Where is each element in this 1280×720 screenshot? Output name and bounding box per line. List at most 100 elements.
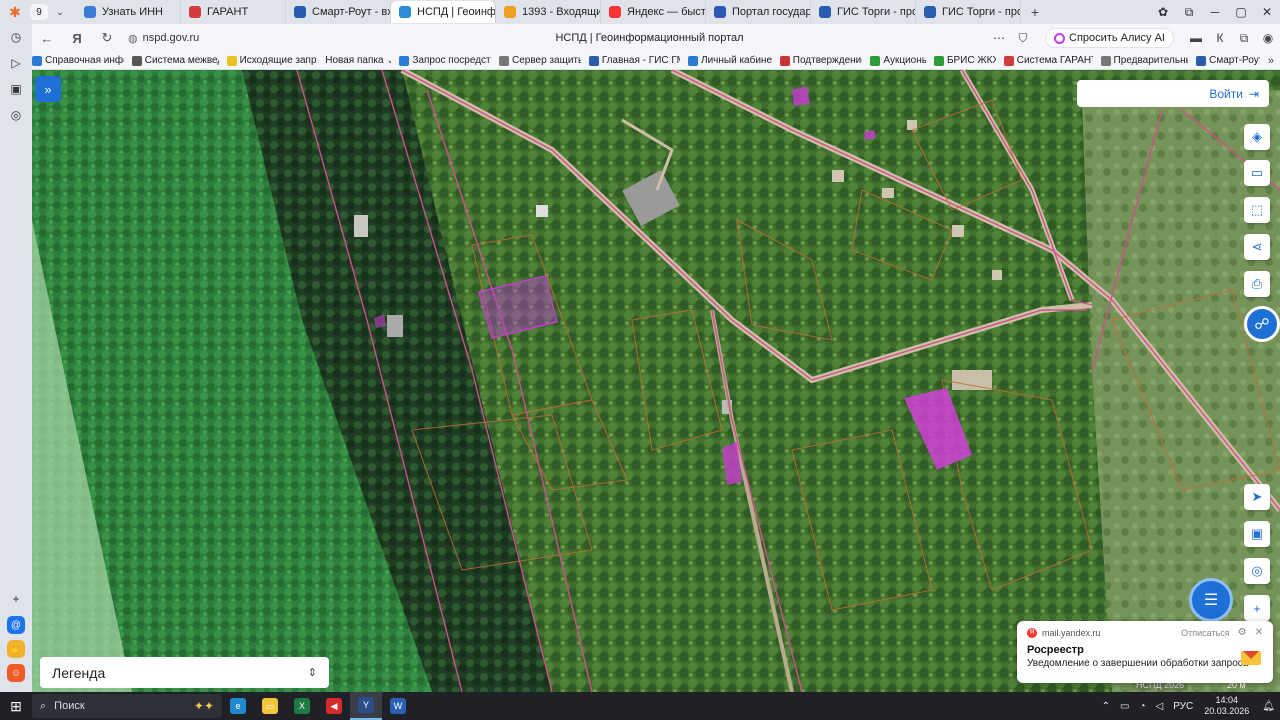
tab-label: Узнать ИНН xyxy=(102,6,163,18)
more-options-icon[interactable]: ⋯ xyxy=(987,31,1011,45)
extension-k-icon[interactable]: К xyxy=(1208,31,1232,45)
bookmark-item[interactable]: Система ГАРАНТ xyxy=(1003,55,1093,66)
taskbar-yandex[interactable]: Y xyxy=(350,692,382,720)
mail-app-icon[interactable]: @ xyxy=(7,616,25,634)
tab-3[interactable]: НСПД | Геоинфор✕ xyxy=(391,1,496,23)
bookmark-item[interactable]: Новая папка ⌄ xyxy=(325,55,391,66)
bookmarks-panel-icon[interactable]: ⧉ xyxy=(1176,5,1202,20)
chat-support-button[interactable]: ☰ xyxy=(1189,578,1233,622)
bookmark-label: Аукционы xyxy=(883,55,926,66)
bookmark-item[interactable]: БРИС ЖКХ xyxy=(933,55,996,66)
reload-icon[interactable]: ↻ xyxy=(92,30,122,46)
taskbar-app-red[interactable]: ◀ xyxy=(318,692,350,720)
browser-window: ✱ 9 ⌄ Узнать ИННГАРАНТСмарт-Роут - входН… xyxy=(0,0,1280,720)
geolocation-icon[interactable]: ➤ xyxy=(1244,484,1270,510)
screenshot-icon[interactable]: ◎ xyxy=(0,102,32,128)
login-button[interactable]: Войти ⇥ xyxy=(1077,80,1269,107)
accessibility-icon[interactable]: ☍ xyxy=(1244,306,1280,342)
folder-chevron-icon: ⌄ xyxy=(386,55,392,66)
yandex-home-icon[interactable]: Я xyxy=(62,31,92,46)
red-app-icon: ◀ xyxy=(326,698,342,714)
extensions-icon[interactable]: ✿ xyxy=(1150,5,1176,19)
bookmark-item[interactable]: Предварительны xyxy=(1100,55,1188,66)
counter-icon[interactable]: ▣ xyxy=(0,76,32,102)
tab-1[interactable]: ГАРАНТ xyxy=(181,1,286,23)
aerial-map[interactable] xyxy=(32,70,1280,692)
taskbar-search[interactable]: ⌕ Поиск ✦✦ xyxy=(32,694,222,718)
login-label: Войти xyxy=(1209,86,1243,101)
bookmark-item[interactable]: Смарт-Роут xyxy=(1196,55,1260,66)
maximize-button[interactable]: ▢ xyxy=(1228,5,1254,19)
print-icon[interactable]: ⎙ xyxy=(1244,271,1270,297)
bookmark-icon[interactable]: ⛉ xyxy=(1011,31,1035,46)
profile-icon[interactable]: ◉ xyxy=(1256,31,1280,45)
play-icon[interactable]: ▷ xyxy=(0,50,32,76)
tab-counter[interactable]: 9 xyxy=(30,4,48,20)
close-notification-icon[interactable]: ✕ xyxy=(1255,627,1263,638)
minimize-button[interactable]: ─ xyxy=(1202,5,1228,19)
notifications-bell-icon[interactable]: 🔔︎ xyxy=(1262,701,1275,712)
wallet-icon[interactable]: ▬ xyxy=(1184,31,1208,45)
taskbar-excel[interactable]: X xyxy=(286,692,318,720)
layers-icon[interactable]: ◈ xyxy=(1244,124,1270,150)
taskbar-word[interactable]: W xyxy=(382,692,414,720)
volume-icon[interactable]: ◁ xyxy=(1156,701,1164,712)
windows-start-icon[interactable]: ⊞ xyxy=(0,698,32,715)
bookmark-item[interactable]: Система межвед xyxy=(131,55,219,66)
tray-chevron-icon[interactable]: ⌃ xyxy=(1102,701,1110,712)
taskbar-edge[interactable]: e xyxy=(222,692,254,720)
minimap-icon[interactable]: ▣ xyxy=(1244,521,1270,547)
history-icon[interactable]: ◷ xyxy=(0,24,32,50)
keyboard-language[interactable]: РУС xyxy=(1173,701,1193,712)
tab-5[interactable]: Яндекс — быстрый xyxy=(601,1,706,23)
hand-app-icon[interactable]: ✋ xyxy=(7,640,25,658)
unsubscribe-link[interactable]: Отписаться xyxy=(1181,628,1230,638)
bookmark-item[interactable]: Подтверждение xyxy=(779,55,862,66)
taskbar-explorer[interactable]: ▭ xyxy=(254,692,286,720)
tab-7[interactable]: ГИС Торги - прода xyxy=(811,1,916,23)
puzzle-icon[interactable]: ⧉ xyxy=(1232,31,1256,46)
site-info-icon[interactable]: ◍ xyxy=(128,32,138,45)
close-button[interactable]: ✕ xyxy=(1254,5,1280,19)
add-app-icon[interactable]: + xyxy=(0,586,32,612)
bookmark-item[interactable]: Сервер защиты xyxy=(499,55,581,66)
bookmark-favicon-icon xyxy=(688,55,699,66)
wifi-icon[interactable]: ◔ xyxy=(1139,701,1145,712)
bookmarks-overflow-icon[interactable]: » xyxy=(1268,55,1274,67)
tab-6[interactable]: Портал государств xyxy=(706,1,811,23)
zoom-in-button[interactable]: + xyxy=(1244,595,1270,621)
bookmark-label: Смарт-Роут xyxy=(1209,55,1260,66)
bookmark-label: Справочная инфо xyxy=(45,55,124,66)
bookmark-item[interactable]: Личный кабинет xyxy=(688,55,772,66)
chat-app-icon[interactable]: ☺ xyxy=(7,664,25,682)
back-arrow-icon[interactable]: ← xyxy=(32,31,62,46)
bookmark-item[interactable]: Справочная инфо xyxy=(32,55,124,66)
expand-panel-button[interactable]: » xyxy=(35,76,61,102)
select-area-icon[interactable]: ⬚ xyxy=(1244,197,1270,223)
url-field[interactable]: ◍ nspd.gov.ru xyxy=(122,27,312,49)
ask-alice-button[interactable]: Спросить Алису AI xyxy=(1045,28,1174,48)
legend-panel[interactable]: Легенда ⇕ xyxy=(40,657,329,688)
tab-list-chevron-icon[interactable]: ⌄ xyxy=(52,4,68,20)
ruler-icon[interactable]: ▭ xyxy=(1244,160,1270,186)
network-icon[interactable]: ▭ xyxy=(1120,701,1129,712)
search-location-icon[interactable]: ◎ xyxy=(1244,558,1270,584)
share-icon[interactable]: ⋖ xyxy=(1244,234,1270,260)
yandex-browser-logo-icon[interactable]: ✱ xyxy=(0,0,30,24)
map-area[interactable]: » Войти ⇥ ◈ ▭ ⬚ ⋖ ⎙ ☍ ➤ ▣ ◎ + ☰ Легенда … xyxy=(32,70,1280,692)
tab-0[interactable]: Узнать ИНН xyxy=(76,1,181,23)
tab-2[interactable]: Смарт-Роут - вход xyxy=(286,1,391,23)
tab-8[interactable]: ГИС Торги - прода xyxy=(916,1,1021,23)
bookmark-item[interactable]: Главная - ГИС ГМ xyxy=(588,55,680,66)
notification-body: Уведомление о завершении обработки запро… xyxy=(1027,658,1249,669)
new-tab-button[interactable]: + xyxy=(1025,4,1045,20)
bookmark-item[interactable]: Запрос посредств xyxy=(399,55,491,66)
tab-4[interactable]: 1393 - Входящие — xyxy=(496,1,601,23)
bookmark-item[interactable]: Аукционы xyxy=(870,55,926,66)
bookmark-favicon-icon xyxy=(499,55,510,66)
settings-icon[interactable]: ⚙ xyxy=(1238,627,1247,638)
legend-toggle-icon[interactable]: ⇕ xyxy=(308,666,317,679)
bookmark-item[interactable]: Исходящие запро xyxy=(226,55,317,66)
clock[interactable]: 14:04 20.03.2026 xyxy=(1204,695,1249,717)
mail-notification[interactable]: Я mail.yandex.ru Отписаться ⚙ ✕ Росреест… xyxy=(1017,621,1273,683)
